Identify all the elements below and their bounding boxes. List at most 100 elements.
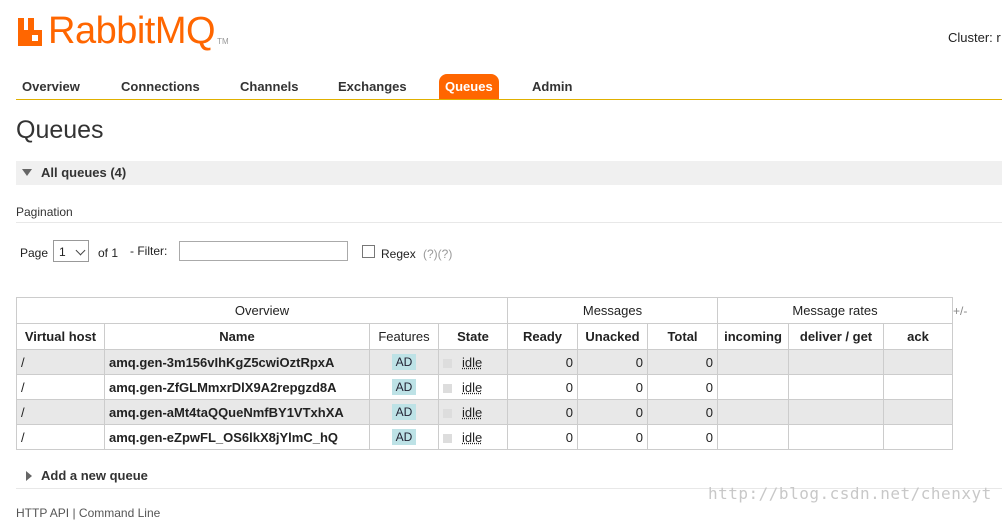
tab-overview[interactable]: Overview (22, 74, 80, 99)
col-ready[interactable]: Ready (507, 323, 578, 350)
vhost-cell: / (16, 424, 105, 450)
filter-label: - Filter: (130, 244, 168, 258)
cluster-label: Cluster: r (948, 30, 1001, 45)
queue-name-link[interactable]: amq.gen-eZpwFL_OS6lkX8jYlmC_hQ (104, 424, 370, 450)
vhost-cell: / (16, 349, 105, 375)
feature-badge: AD (391, 379, 417, 395)
tab-queues[interactable]: Queues (439, 74, 499, 99)
ready-cell: 0 (507, 374, 578, 400)
col-state[interactable]: State (438, 323, 508, 350)
regex-help-links[interactable]: (?)(?) (423, 247, 452, 261)
total-cell: 0 (647, 399, 718, 425)
col-deliver-get[interactable]: deliver / get (788, 323, 884, 350)
pagination-heading: Pagination (16, 205, 73, 219)
footer-links[interactable]: HTTP API | Command Line (16, 506, 160, 520)
tab-admin[interactable]: Admin (532, 74, 572, 99)
add-new-queue-toggle[interactable]: Add a new queue (26, 468, 148, 483)
table-row: / amq.gen-aMt4taQQueNmfBY1VTxhXA AD idle… (16, 399, 953, 425)
features-cell: AD (369, 349, 439, 375)
tab-connections[interactable]: Connections (121, 74, 200, 99)
ready-cell: 0 (507, 349, 578, 375)
section-label: All queues (4) (41, 165, 127, 180)
total-cell: 0 (647, 424, 718, 450)
vhost-cell: / (16, 399, 105, 425)
filter-input[interactable] (179, 241, 348, 261)
state-cell: idle (438, 424, 508, 450)
state-label: idle (462, 429, 483, 445)
unacked-cell: 0 (577, 399, 648, 425)
page-count-label: of 1 (98, 246, 119, 260)
group-header-messages: Messages (507, 297, 718, 324)
ready-cell: 0 (507, 399, 578, 425)
unacked-cell: 0 (577, 349, 648, 375)
logo-trademark: TM (217, 37, 229, 46)
feature-badge: AD (391, 429, 417, 445)
feature-badge: AD (391, 404, 417, 420)
all-queues-section-toggle[interactable]: All queues (4) (16, 161, 1002, 185)
deliver-get-cell (788, 374, 884, 400)
deliver-get-cell (788, 349, 884, 375)
table-row: / amq.gen-eZpwFL_OS6lkX8jYlmC_hQ AD idle… (16, 424, 953, 450)
logo-text: RabbitMQ (48, 10, 216, 52)
incoming-cell (717, 374, 789, 400)
state-indicator-icon (443, 408, 452, 418)
triangle-right-icon (26, 471, 32, 481)
regex-label: Regex (381, 247, 416, 261)
main-nav: Overview Connections Channels Exchanges … (16, 72, 1002, 100)
col-features: Features (369, 323, 439, 350)
state-indicator-icon (443, 358, 452, 368)
total-cell: 0 (647, 374, 718, 400)
ack-cell (883, 374, 953, 400)
chevron-down-icon (75, 245, 86, 256)
state-cell: idle (438, 349, 508, 375)
divider (16, 222, 1002, 223)
features-cell: AD (369, 424, 439, 450)
col-name[interactable]: Name (104, 323, 370, 350)
tab-channels[interactable]: Channels (240, 74, 299, 99)
incoming-cell (717, 399, 789, 425)
feature-badge: AD (391, 354, 417, 370)
queue-name-link[interactable]: amq.gen-3m156vIhKgZ5cwiOztRpxA (104, 349, 370, 375)
unacked-cell: 0 (577, 374, 648, 400)
page-title: Queues (16, 116, 104, 144)
ack-cell (883, 399, 953, 425)
page-label: Page (20, 246, 49, 260)
features-cell: AD (369, 399, 439, 425)
ready-cell: 0 (507, 424, 578, 450)
queue-name-link[interactable]: amq.gen-ZfGLMmxrDlX9A2repgzd8A (104, 374, 370, 400)
col-incoming[interactable]: incoming (717, 323, 789, 350)
col-ack[interactable]: ack (883, 323, 953, 350)
incoming-cell (717, 424, 789, 450)
queues-table: Overview Messages Message rates Virtual … (16, 297, 953, 450)
state-cell: idle (438, 374, 508, 400)
add-queue-label: Add a new queue (41, 468, 148, 483)
incoming-cell (717, 349, 789, 375)
ack-cell (883, 349, 953, 375)
col-virtual-host[interactable]: Virtual host (16, 323, 105, 350)
deliver-get-cell (788, 399, 884, 425)
rabbitmq-logo-icon (18, 18, 42, 46)
unacked-cell: 0 (577, 424, 648, 450)
ack-cell (883, 424, 953, 450)
state-label: idle (462, 404, 483, 420)
table-row: / amq.gen-3m156vIhKgZ5cwiOztRpxA AD idle… (16, 349, 953, 375)
col-unacked[interactable]: Unacked (577, 323, 648, 350)
col-total[interactable]: Total (647, 323, 718, 350)
regex-checkbox[interactable] (362, 245, 375, 258)
column-toggle-button[interactable]: +/- (953, 304, 967, 318)
deliver-get-cell (788, 424, 884, 450)
rabbitmq-logo[interactable]: RabbitMQ TM (16, 10, 229, 52)
state-label: idle (462, 354, 483, 370)
group-header-overview: Overview (16, 297, 508, 324)
features-cell: AD (369, 374, 439, 400)
table-row: / amq.gen-ZfGLMmxrDlX9A2repgzd8A AD idle… (16, 374, 953, 400)
watermark: http://blog.csdn.net/chenxyt (708, 484, 992, 503)
state-indicator-icon (443, 433, 452, 443)
total-cell: 0 (647, 349, 718, 375)
vhost-cell: / (16, 374, 105, 400)
state-label: idle (462, 379, 483, 395)
state-cell: idle (438, 399, 508, 425)
page-select[interactable]: 1 (53, 240, 89, 262)
tab-exchanges[interactable]: Exchanges (338, 74, 407, 99)
queue-name-link[interactable]: amq.gen-aMt4taQQueNmfBY1VTxhXA (104, 399, 370, 425)
